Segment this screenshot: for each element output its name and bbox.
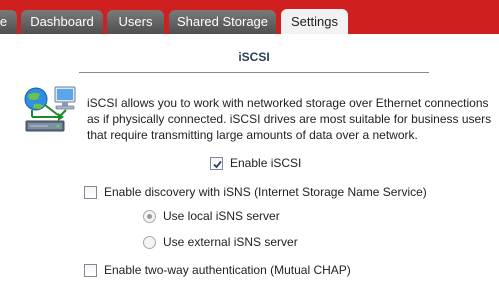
section-description: iSCSI allows you to work with networked …: [87, 96, 492, 142]
tab-users-label: Users: [118, 14, 153, 29]
section-divider: [79, 72, 429, 73]
tab-settings[interactable]: Settings: [281, 9, 348, 34]
tab-settings-label: Settings: [291, 14, 338, 29]
top-nav-bar: e Dashboard Users Shared Storage Setting…: [0, 0, 499, 34]
enable-isns-row: Enable discovery with iSNS (Internet Sto…: [84, 184, 427, 200]
isns-local-label[interactable]: Use local iSNS server: [163, 209, 280, 223]
enable-chap-checkbox[interactable]: [84, 263, 97, 277]
enable-iscsi-checkbox[interactable]: [210, 156, 223, 170]
isns-external-label[interactable]: Use external iSNS server: [163, 235, 298, 249]
enable-chap-row: Enable two-way authentication (Mutual CH…: [84, 262, 351, 278]
isns-external-row: Use external iSNS server: [143, 234, 298, 250]
isns-external-radio[interactable]: [143, 235, 156, 249]
enable-isns-checkbox[interactable]: [84, 185, 97, 199]
section-title: iSCSI: [238, 50, 270, 64]
enable-chap-label[interactable]: Enable two-way authentication (Mutual CH…: [104, 263, 351, 277]
checkmark-icon: [213, 160, 222, 168]
isns-local-row: Use local iSNS server: [143, 208, 280, 224]
enable-iscsi-label[interactable]: Enable iSCSI: [230, 156, 301, 170]
enable-iscsi-row: Enable iSCSI: [210, 155, 301, 171]
tab-shared-storage[interactable]: Shared Storage: [169, 10, 276, 34]
tab-dashboard-label: Dashboard: [30, 14, 94, 29]
network-storage-icon: [24, 86, 76, 132]
tab-dashboard[interactable]: Dashboard: [21, 10, 103, 34]
enable-isns-label[interactable]: Enable discovery with iSNS (Internet Sto…: [104, 185, 427, 199]
tab-users[interactable]: Users: [107, 10, 164, 34]
tab-shared-storage-label: Shared Storage: [176, 14, 269, 29]
isns-local-radio[interactable]: [143, 209, 156, 223]
tab-partial[interactable]: e: [0, 10, 17, 34]
tab-partial-label: e: [0, 14, 8, 29]
